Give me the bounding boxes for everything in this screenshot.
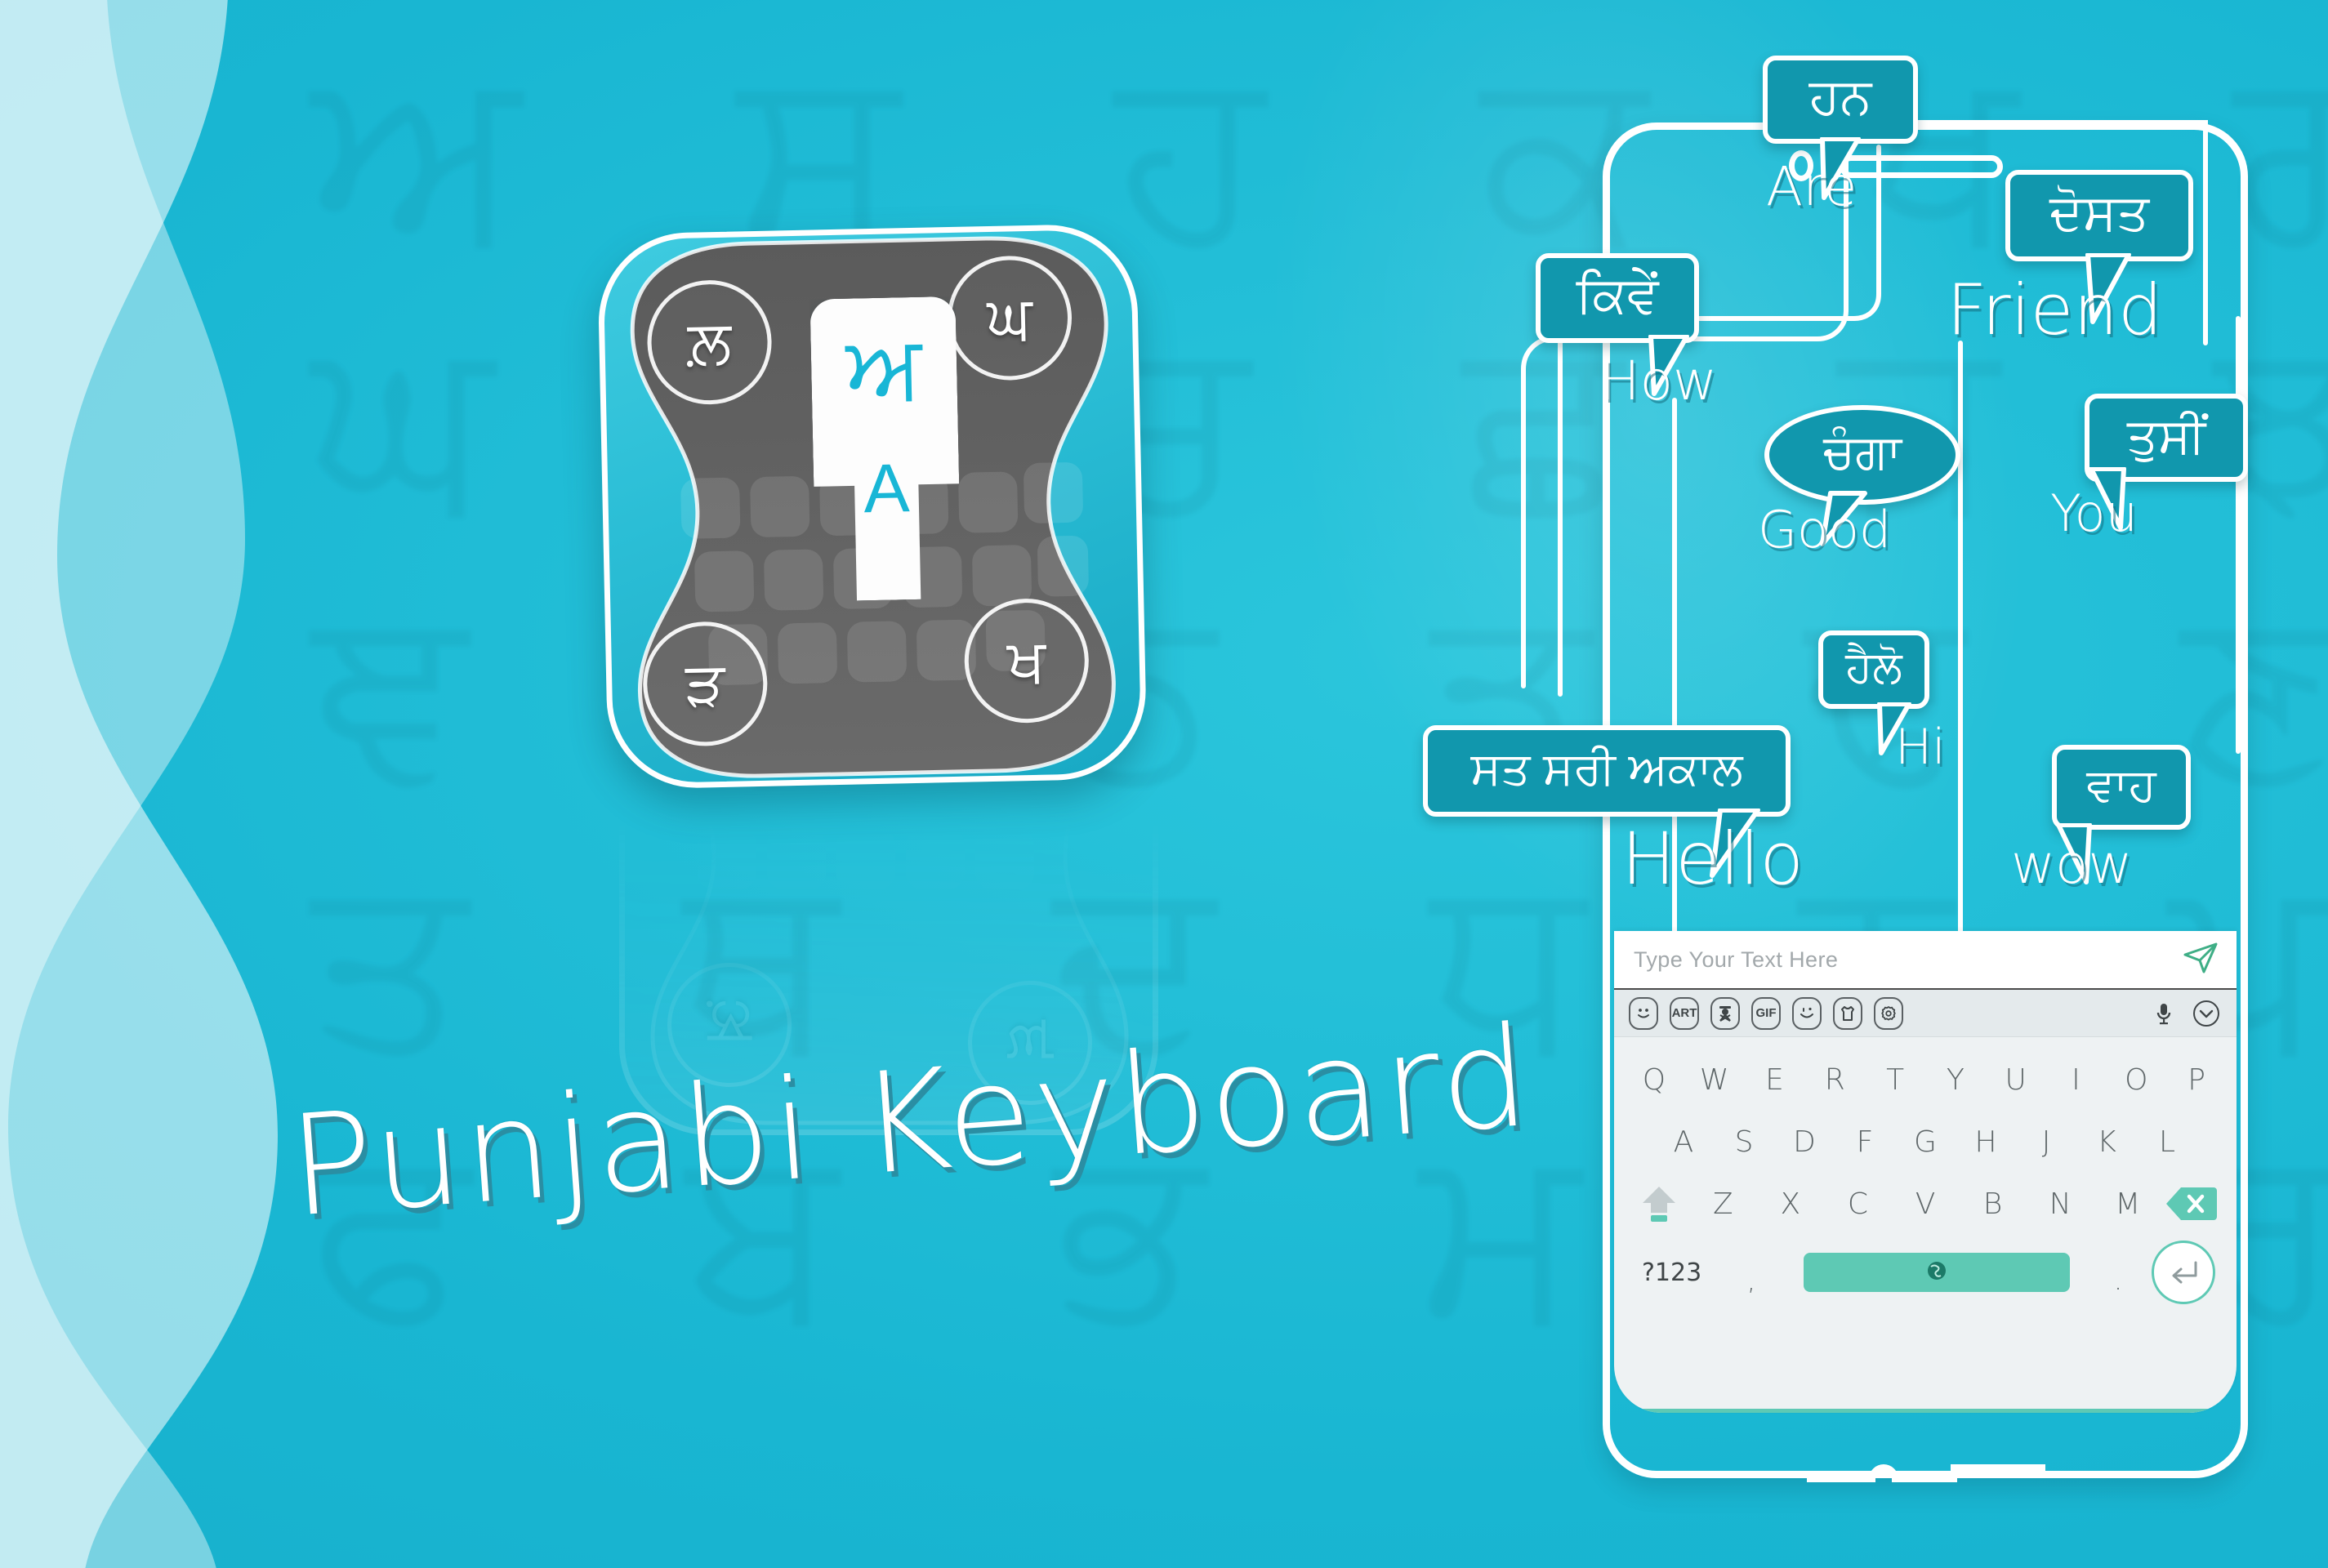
icon-center-key-punjabi: ਅ bbox=[845, 316, 923, 417]
key-d[interactable]: D bbox=[1774, 1125, 1835, 1159]
decorative-ribbon-front bbox=[0, 0, 294, 1568]
enter-key[interactable] bbox=[2152, 1241, 2215, 1304]
text-input-placeholder[interactable]: Type Your Text Here bbox=[1634, 947, 1838, 973]
microphone-icon[interactable] bbox=[2148, 997, 2179, 1030]
keyboard-row-2: A S D F G H J K L bbox=[1624, 1111, 2227, 1173]
key-u[interactable]: U bbox=[1986, 1063, 2046, 1097]
bubble-good-english: Good bbox=[1758, 500, 1892, 559]
key-e[interactable]: E bbox=[1745, 1063, 1805, 1097]
key-r[interactable]: R bbox=[1804, 1063, 1865, 1097]
keyboard-panel: Type Your Text Here ART GIF Q W E R T Y … bbox=[1614, 931, 2237, 1413]
key-s[interactable]: S bbox=[1714, 1125, 1774, 1159]
bubble-friend-punjabi: ਦੋਸਤ bbox=[2049, 185, 2150, 242]
app-icon: ਲ਼ ਘ ੜ ਖ ਅ A bbox=[582, 215, 1166, 815]
key-k[interactable]: K bbox=[2076, 1125, 2137, 1159]
emoji-icon[interactable] bbox=[1629, 996, 1658, 1030]
phone-home-button bbox=[1807, 1464, 2045, 1486]
bubble-how-punjabi: ਕਿਵੇਂ bbox=[1576, 267, 1659, 324]
key-h[interactable]: H bbox=[1956, 1125, 2016, 1159]
key-f[interactable]: F bbox=[1835, 1125, 1895, 1159]
key-l[interactable]: L bbox=[2137, 1125, 2197, 1159]
bubble-friend-english: Friend bbox=[1947, 270, 2163, 351]
key-t[interactable]: T bbox=[1865, 1063, 1925, 1097]
bubble-you-english: You bbox=[2050, 483, 2138, 543]
keyboard-row-1: Q W E R T Y U I O P bbox=[1624, 1049, 2227, 1111]
key-q[interactable]: Q bbox=[1624, 1063, 1684, 1097]
keyboard-row-3: Z X C V B N M bbox=[1624, 1173, 2227, 1235]
keyboard-bottom-accent-bar bbox=[1614, 1409, 2237, 1413]
key-w[interactable]: W bbox=[1684, 1063, 1745, 1097]
key-b[interactable]: B bbox=[1959, 1187, 2027, 1221]
key-o[interactable]: O bbox=[2106, 1063, 2166, 1097]
symbols-key[interactable]: ?123 bbox=[1635, 1258, 1714, 1287]
app-icon-tile: ਲ਼ ਘ ੜ ਖ ਅ A bbox=[596, 223, 1148, 790]
bubble-are-english: Are bbox=[1766, 155, 1857, 218]
bubble-you-punjabi: ਤੁਸੀਂ bbox=[2126, 408, 2206, 463]
bubble-wow: ਵਾਹ bbox=[2052, 745, 2191, 830]
bubble-wow-english: wow bbox=[2011, 833, 2133, 896]
space-key[interactable] bbox=[1804, 1253, 2070, 1292]
bubble-hi-english: Hi bbox=[1895, 719, 1946, 776]
bubble-are-punjabi: ਹਨ bbox=[1808, 69, 1872, 126]
comma-key[interactable]: , bbox=[1719, 1264, 1784, 1297]
bubble-how: ਕਿਵੇਂ bbox=[1536, 253, 1699, 343]
keyboard-rows: Q W E R T Y U I O P A S D F G H J K L Z … bbox=[1614, 1037, 2237, 1310]
bubble-wow-punjabi: ਵਾਹ bbox=[2086, 758, 2156, 810]
bubble-hello: ਸਤ ਸਰੀ ਅਕਾਲ bbox=[1423, 725, 1791, 817]
text-input-row[interactable]: Type Your Text Here bbox=[1614, 931, 2237, 990]
smiley-icon[interactable] bbox=[1792, 996, 1822, 1030]
key-n[interactable]: N bbox=[2027, 1187, 2094, 1221]
key-p[interactable]: P bbox=[2166, 1063, 2227, 1097]
key-v[interactable]: V bbox=[1892, 1187, 1960, 1221]
enter-arrow-icon bbox=[2172, 1261, 2197, 1284]
key-x[interactable]: X bbox=[1757, 1187, 1825, 1221]
app-icon-container: ਲ਼ ਘ ੜ ਖ ਅ A bbox=[588, 220, 1160, 808]
bubble-hello-english: Hello bbox=[1621, 817, 1804, 901]
icon-center-key-latin: A bbox=[863, 448, 911, 527]
key-i[interactable]: I bbox=[2046, 1063, 2107, 1097]
art-icon[interactable]: ART bbox=[1670, 996, 1699, 1030]
backspace-key[interactable] bbox=[2161, 1186, 2222, 1222]
globe-icon bbox=[1926, 1260, 1947, 1285]
send-paper-plane-icon[interactable] bbox=[2183, 942, 2219, 978]
key-m[interactable]: M bbox=[2094, 1187, 2161, 1221]
bubble-hi: ਹੈਲੋ bbox=[1818, 630, 1929, 709]
shift-key[interactable] bbox=[1629, 1183, 1689, 1224]
sticker-avatar-icon[interactable] bbox=[1710, 996, 1740, 1030]
bubble-are: ਹਨ bbox=[1763, 56, 1918, 144]
key-a[interactable]: A bbox=[1653, 1125, 1714, 1159]
bubble-how-english: How bbox=[1599, 350, 1717, 412]
bubble-hello-punjabi: ਸਤ ਸਰੀ ਅਕਾਲ bbox=[1470, 742, 1743, 794]
key-j[interactable]: J bbox=[2016, 1125, 2076, 1159]
bubble-hi-punjabi: ਹੈਲੋ bbox=[1845, 642, 1902, 692]
theme-shirt-icon[interactable] bbox=[1833, 996, 1862, 1030]
keyboard-row-4: ?123 , . bbox=[1624, 1235, 2227, 1310]
bubble-friend: ਦੋਸਤ bbox=[2005, 170, 2193, 261]
key-g[interactable]: G bbox=[1895, 1125, 1956, 1159]
gear-icon[interactable] bbox=[1874, 996, 1903, 1030]
key-z[interactable]: Z bbox=[1689, 1187, 1757, 1221]
keyboard-toolbar: ART GIF bbox=[1614, 990, 2237, 1037]
key-c[interactable]: C bbox=[1824, 1187, 1892, 1221]
period-key[interactable]: . bbox=[2089, 1264, 2147, 1297]
chevron-down-icon[interactable] bbox=[2191, 997, 2222, 1030]
gif-icon[interactable]: GIF bbox=[1751, 996, 1781, 1030]
key-y[interactable]: Y bbox=[1925, 1063, 1986, 1097]
bubble-good-punjabi: ਚੰਗਾ bbox=[1822, 425, 1902, 479]
